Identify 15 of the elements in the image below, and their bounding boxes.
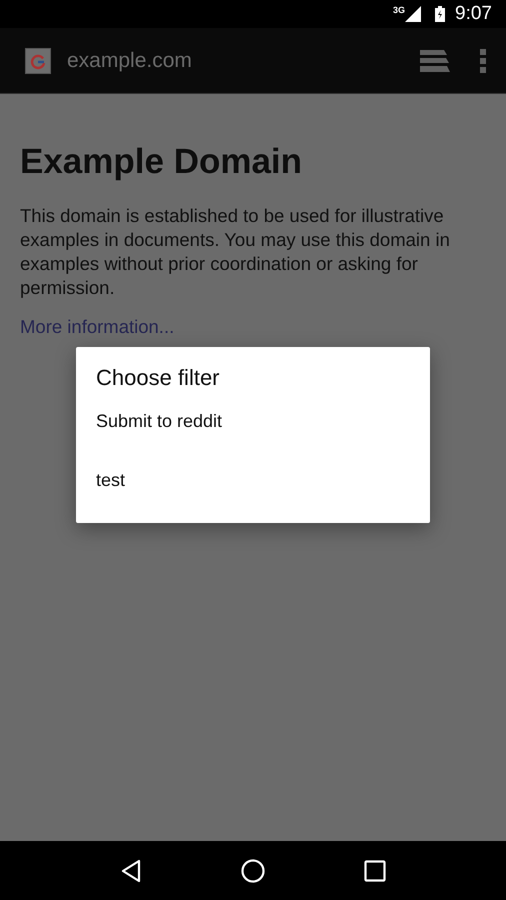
signal-icon bbox=[405, 6, 422, 22]
page-paragraph: This domain is established to be used for illustrative examples in documents. You may use this domain in examples without prior coordination or asking for permission. bbox=[20, 204, 451, 300]
tabs-icon[interactable] bbox=[420, 50, 450, 72]
page-heading: Example Domain bbox=[20, 141, 304, 183]
filter-option[interactable]: test bbox=[76, 470, 430, 529]
google-logo-icon bbox=[25, 48, 51, 74]
dialog-title: Choose filter bbox=[95, 365, 221, 391]
recents-icon[interactable] bbox=[364, 860, 386, 882]
clock: 9:07 bbox=[455, 3, 492, 25]
back-icon[interactable] bbox=[120, 858, 142, 882]
home-icon[interactable] bbox=[240, 858, 265, 882]
more-menu-icon[interactable] bbox=[480, 48, 486, 72]
filter-option[interactable]: Submit to reddit bbox=[76, 411, 430, 470]
battery-icon bbox=[435, 6, 446, 22]
network-type: 3G bbox=[393, 5, 406, 15]
